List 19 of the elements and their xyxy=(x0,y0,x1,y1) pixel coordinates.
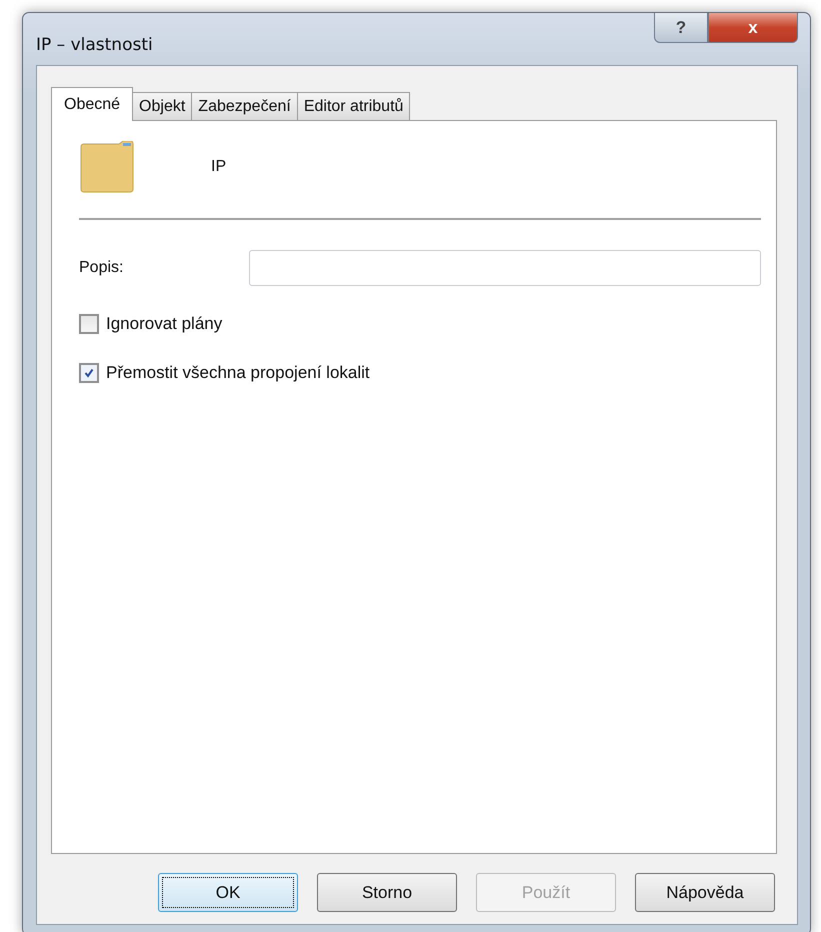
checkbox[interactable] xyxy=(79,363,99,383)
close-button[interactable]: x xyxy=(708,13,798,43)
checkbox[interactable] xyxy=(79,314,99,334)
checkbox-label: Ignorovat plány xyxy=(106,314,222,334)
window-title: IP – vlastnosti xyxy=(36,35,153,55)
help-button[interactable]: ? xyxy=(654,13,708,43)
dialog-button[interactable]: Storno xyxy=(317,873,457,912)
description-field[interactable] xyxy=(249,250,761,286)
tab[interactable]: Editor atributů xyxy=(296,92,410,120)
checkmark-icon xyxy=(84,368,94,378)
tab[interactable]: Objekt xyxy=(132,92,192,120)
folder-icon xyxy=(79,141,135,193)
tab[interactable]: Zabezpečení xyxy=(191,92,298,120)
description-label: Popis: xyxy=(79,259,124,277)
object-name: IP xyxy=(211,158,226,176)
checkbox-label: Přemostit všechna propojení lokalit xyxy=(106,363,370,383)
dialog-button[interactable]: Nápověda xyxy=(635,873,775,912)
tab[interactable]: Obecné xyxy=(51,87,134,121)
dialog-button[interactable]: OK xyxy=(158,873,298,912)
